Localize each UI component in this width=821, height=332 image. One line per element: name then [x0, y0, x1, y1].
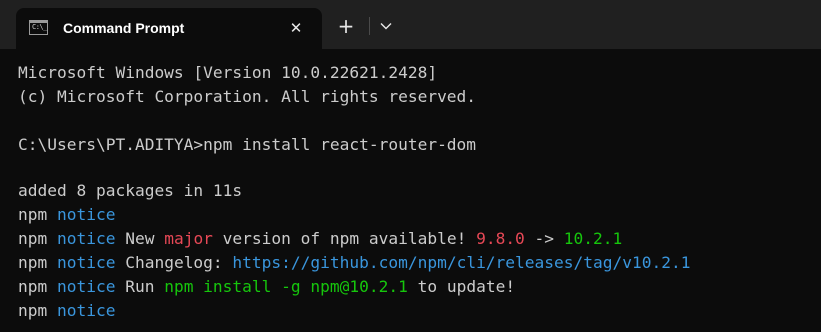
- terminal-text-red: major: [164, 229, 213, 248]
- tab-command-prompt[interactable]: C:\_ Command Prompt ✕: [16, 8, 322, 49]
- terminal-text: to update!: [407, 277, 516, 296]
- cmd-icon: C:\_: [29, 20, 48, 35]
- terminal-text-blue: https://github.com/npm/cli/releases/tag/…: [232, 253, 691, 272]
- terminal-text: New: [115, 229, 165, 248]
- terminal-text: added 8 packages in 11s: [18, 181, 243, 200]
- tab-title: Command Prompt: [63, 20, 185, 36]
- terminal-line: Microsoft Windows [Version 10.0.22621.24…: [18, 61, 437, 85]
- cmd-icon-glyph: C:\_: [32, 23, 47, 31]
- chevron-down-icon: [380, 23, 392, 30]
- terminal-text-blue: notice: [56, 277, 116, 296]
- terminal-text: npm: [18, 229, 57, 248]
- terminal-text: npm: [18, 277, 57, 296]
- terminal-text-green: npm install -g npm@10.2.1: [164, 277, 408, 296]
- close-tab-icon[interactable]: ✕: [285, 17, 307, 39]
- new-tab-button[interactable]: +: [333, 13, 359, 39]
- terminal-line: npm notice Changelog: https://github.com…: [18, 251, 690, 275]
- terminal-line: npm notice: [18, 299, 115, 323]
- terminal-line: npm notice: [18, 203, 115, 227]
- terminal-window: C:\_ Command Prompt ✕ + Microsoft Window…: [0, 0, 821, 332]
- terminal-text: npm: [18, 205, 57, 224]
- terminal-text-green: 10.2.1: [563, 229, 623, 248]
- terminal-text: Run: [115, 277, 165, 296]
- terminal-text: Changelog:: [115, 253, 233, 272]
- terminal-text-blue: notice: [56, 205, 116, 224]
- terminal-text-blue: notice: [56, 229, 116, 248]
- tab-dropdown-button[interactable]: [373, 13, 399, 39]
- terminal-text-red: 9.8.0: [476, 229, 525, 248]
- terminal-text: npm: [18, 253, 57, 272]
- terminal-line: npm notice Run npm install -g npm@10.2.1…: [18, 275, 515, 299]
- terminal-output[interactable]: Microsoft Windows [Version 10.0.22621.24…: [0, 49, 821, 332]
- terminal-text: version of npm available!: [212, 229, 477, 248]
- terminal-text-blue: notice: [56, 301, 116, 320]
- terminal-text: Microsoft Windows [Version 10.0.22621.24…: [18, 63, 438, 82]
- tab-bar: C:\_ Command Prompt ✕ +: [0, 0, 821, 49]
- terminal-line: (c) Microsoft Corporation. All rights re…: [18, 85, 476, 109]
- terminal-text: npm: [18, 301, 57, 320]
- tab-divider: [369, 17, 370, 35]
- terminal-text-blue: notice: [56, 253, 116, 272]
- terminal-line: C:\Users\PT.ADITYA>npm install react-rou…: [18, 133, 476, 157]
- terminal-line: added 8 packages in 11s: [18, 179, 242, 203]
- terminal-text: (c) Microsoft Corporation. All rights re…: [18, 87, 477, 106]
- terminal-text: C:\Users\PT.ADITYA>npm install react-rou…: [18, 135, 477, 154]
- terminal-line: npm notice New major version of npm avai…: [18, 227, 622, 251]
- terminal-text: ->: [524, 229, 564, 248]
